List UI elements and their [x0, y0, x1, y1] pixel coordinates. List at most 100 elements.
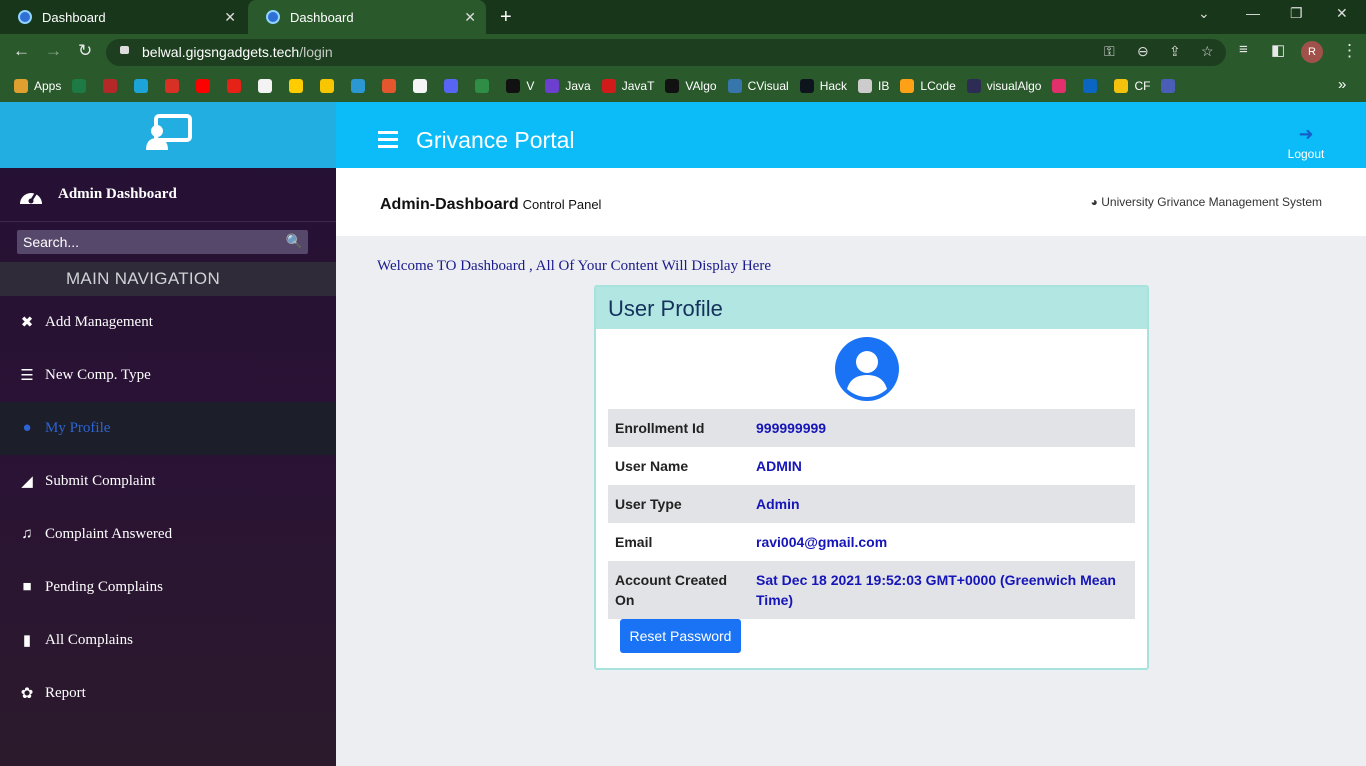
sidebar-item-pending-complains[interactable]: ■ Pending Complains	[0, 561, 336, 614]
bookmark-favicon-icon	[858, 79, 873, 93]
table-row: Enrollment Id 999999999	[608, 409, 1135, 447]
hamburger-menu-icon[interactable]	[378, 131, 398, 152]
tab-favicon-icon	[18, 10, 32, 24]
url-field[interactable]: belwal.gigsngadgets.tech/login ⚿ ⊖ ⇪ ☆	[106, 39, 1226, 66]
bookmark-item[interactable]: CVisual	[727, 79, 789, 93]
bookmark-item[interactable]: Hack	[799, 79, 847, 93]
close-tab-icon[interactable]: ✕	[224, 9, 236, 26]
bookmark-favicon-icon	[134, 79, 149, 93]
new-tab-icon[interactable]: +	[500, 6, 512, 29]
bookmark-item[interactable]: CF	[1114, 79, 1150, 93]
key-icon[interactable]: ⚿	[1104, 43, 1115, 60]
share-icon[interactable]: ⇪	[1169, 43, 1181, 60]
bookmark-item[interactable]	[1083, 79, 1103, 93]
row-label: Email	[615, 534, 653, 550]
bookmark-item[interactable]: Java	[545, 79, 591, 93]
search-icon[interactable]: 🔍	[286, 233, 303, 250]
tab-title: Dashboard	[290, 9, 354, 25]
close-tab-icon[interactable]: ✕	[464, 9, 476, 26]
zoom-icon[interactable]: ⊖	[1137, 43, 1149, 60]
bookmark-label: CF	[1134, 79, 1151, 93]
page-title-text: Admin-Dashboard	[380, 196, 519, 213]
bookmark-item[interactable]: IB	[858, 79, 889, 93]
bookmark-favicon-icon	[1052, 79, 1067, 93]
truck-icon: ■	[22, 579, 32, 595]
user-screen-logo-icon	[146, 114, 192, 150]
bookmark-favicon-icon	[545, 79, 560, 93]
search-input[interactable]	[17, 230, 308, 254]
bookmark-item[interactable]	[72, 79, 92, 93]
bookmark-item[interactable]	[351, 79, 371, 93]
bookmark-item[interactable]: visualAlgo	[966, 79, 1041, 93]
browser-tab-strip: Dashboard ✕ Dashboard ✕ + ⌄ — ❐ ✕	[0, 0, 1366, 34]
bookmark-item[interactable]	[258, 79, 278, 93]
user-profile-card: User Profile Enrollment Id 999999999 User…	[594, 285, 1149, 670]
bookmark-item[interactable]: Apps	[14, 79, 61, 93]
sidebar-item-complaint-answered[interactable]: ♫ Complaint Answered	[0, 508, 336, 561]
sidebar-item-label: All Complains	[45, 632, 133, 648]
sidebar-item-label: Complaint Answered	[45, 526, 173, 542]
sidebar-item-label: Pending Complains	[45, 579, 163, 595]
bookmark-favicon-icon	[289, 79, 304, 93]
bookmark-favicon-icon	[475, 79, 490, 93]
bookmark-item[interactable]	[444, 79, 464, 93]
reading-list-icon[interactable]: ≡	[1239, 41, 1248, 58]
sidebar-item-label: New Comp. Type	[45, 367, 151, 383]
bookmark-item[interactable]	[320, 79, 340, 93]
bookmark-item[interactable]	[413, 79, 433, 93]
bookmark-favicon-icon	[1161, 79, 1176, 93]
bookmark-item[interactable]	[289, 79, 309, 93]
side-panel-icon[interactable]: ◧	[1271, 41, 1285, 59]
bookmark-item[interactable]: JavaT	[601, 79, 654, 93]
bookmark-item[interactable]: V	[506, 79, 534, 93]
user-icon: ●	[22, 420, 32, 436]
browser-tab-2[interactable]: Dashboard ✕	[248, 0, 486, 34]
admin-dashboard-link[interactable]: Admin Dashboard	[0, 168, 336, 222]
reload-icon[interactable]: ↻	[78, 41, 92, 61]
restore-icon[interactable]: ❐	[1290, 5, 1303, 22]
menu-kebab-icon[interactable]: ⋮	[1341, 41, 1358, 61]
bookmark-favicon-icon	[506, 79, 521, 93]
bookmark-item[interactable]	[227, 79, 247, 93]
bookmark-label: Java	[565, 79, 591, 93]
window-close-icon[interactable]: ✕	[1336, 5, 1348, 22]
minimize-icon[interactable]: —	[1246, 5, 1260, 21]
sidebar-item-add-management[interactable]: ✖ Add Management	[0, 296, 336, 349]
tab-search-icon[interactable]: ⌄	[1198, 5, 1210, 22]
bookmark-favicon-icon	[196, 79, 211, 93]
star-icon[interactable]: ☆	[1201, 43, 1214, 60]
tools-icon: ✖	[20, 315, 34, 331]
bookmark-item[interactable]	[196, 79, 216, 93]
row-label: Enrollment Id	[615, 420, 705, 436]
bookmark-item[interactable]	[382, 79, 402, 93]
bookmarks-bar: Apps V Java JavaT VAlgo CVisual Hack IB LCode vis…	[0, 70, 1366, 102]
system-name-text: University Grivance Management System	[1101, 195, 1322, 209]
more-bookmarks-icon[interactable]: »	[1338, 76, 1346, 93]
reset-password-button[interactable]: Reset Password	[620, 619, 741, 653]
bookmark-item[interactable]	[475, 79, 495, 93]
user-circle-icon	[835, 337, 899, 401]
forward-icon[interactable]: →	[45, 41, 62, 61]
sidebar-item-my-profile[interactable]: ● My Profile	[0, 402, 336, 455]
sidebar-item-new-comp-type[interactable]: ☰ New Comp. Type	[0, 349, 336, 402]
sidebar-item-all-complains[interactable]: ▮ All Complains	[0, 614, 336, 667]
bookmark-item[interactable]: VAlgo	[665, 79, 717, 93]
bookmark-item[interactable]: LCode	[900, 79, 956, 93]
row-value: Admin	[756, 496, 800, 512]
bookmark-item[interactable]	[1161, 79, 1181, 93]
bookmark-item[interactable]	[165, 79, 185, 93]
bookmark-favicon-icon	[1114, 79, 1129, 93]
logout-button[interactable]: ➜ Logout	[1284, 124, 1328, 161]
bookmark-item[interactable]	[1052, 79, 1072, 93]
bookmark-favicon-icon	[320, 79, 335, 93]
system-name: ◕ University Grivance Management System	[1091, 195, 1322, 209]
bookmark-item[interactable]	[103, 79, 123, 93]
sidebar-menu: ✖ Add Management ☰ New Comp. Type ● My Prof…	[0, 296, 336, 720]
browser-tab-1[interactable]: Dashboard ✕	[0, 0, 246, 34]
sidebar-item-report[interactable]: ✿ Report	[0, 667, 336, 720]
bookmark-item[interactable]	[134, 79, 154, 93]
profile-avatar[interactable]: R	[1301, 41, 1323, 63]
sidebar-item-submit-complaint[interactable]: ◢ Submit Complaint	[0, 455, 336, 508]
logo-area	[0, 102, 336, 168]
back-icon[interactable]: ←	[13, 41, 30, 61]
